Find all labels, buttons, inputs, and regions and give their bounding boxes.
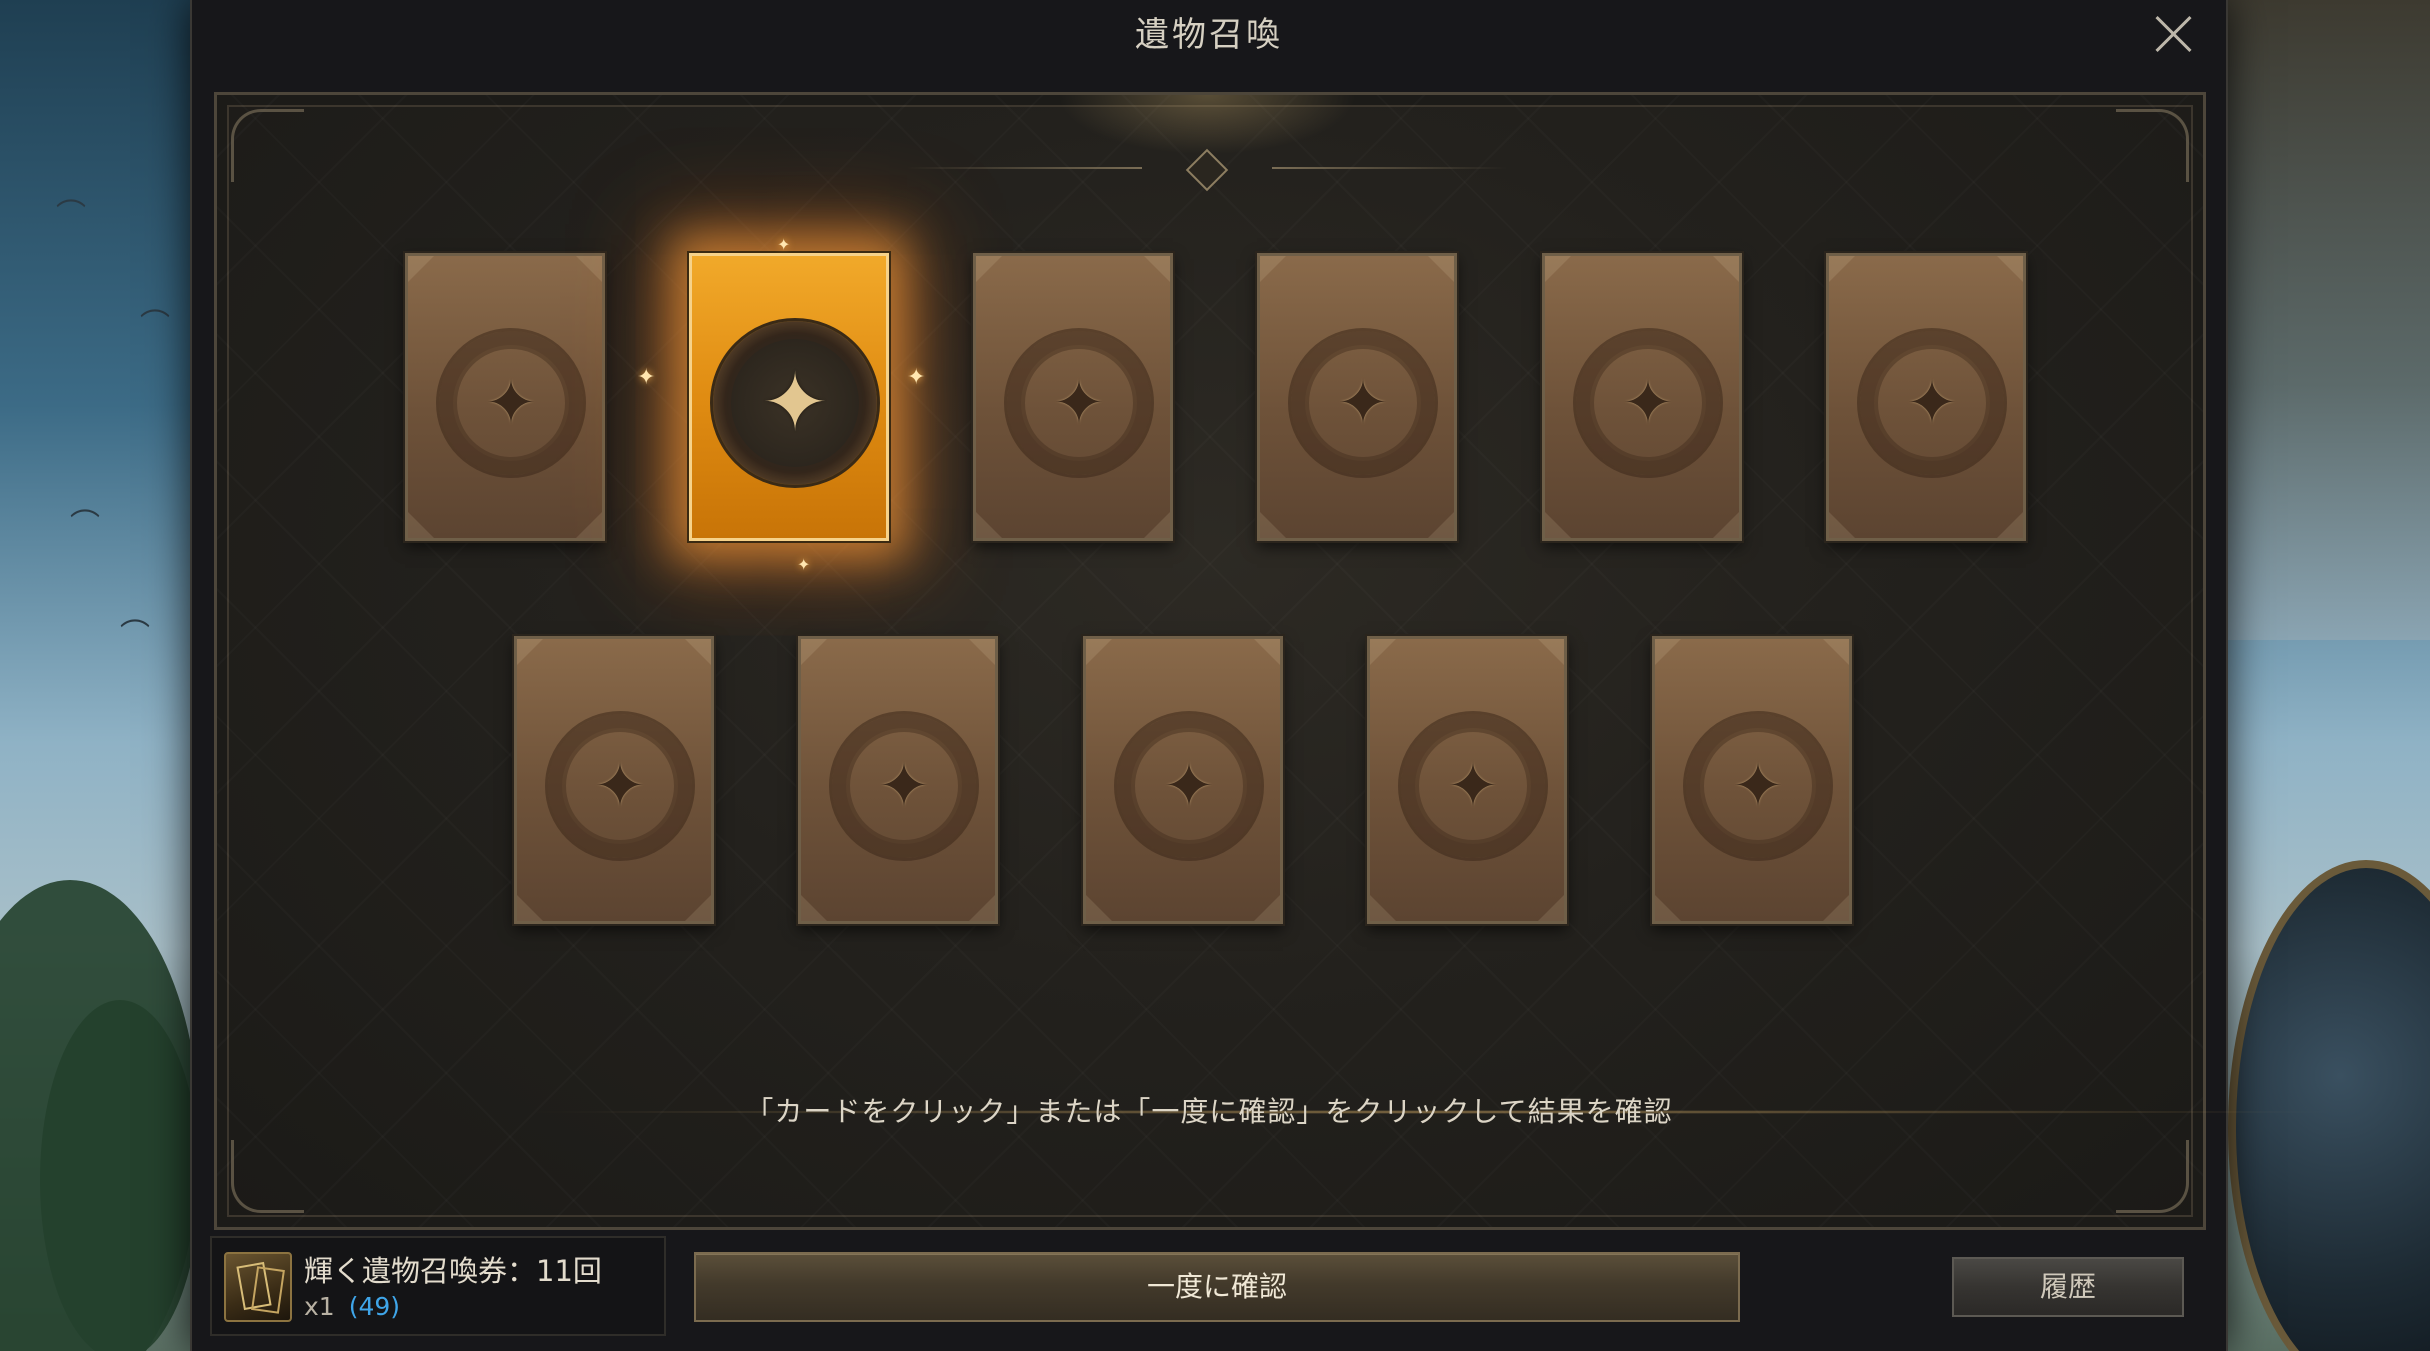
- ticket-quantity: x1: [304, 1292, 335, 1321]
- summon-card-1[interactable]: ✦: [405, 253, 605, 541]
- sparkle-icon: ✦: [797, 555, 811, 574]
- card-seal: ✦: [436, 328, 586, 478]
- summon-card-5[interactable]: ✦: [1542, 253, 1742, 541]
- sparkle-icon: ✦: [907, 365, 926, 390]
- bird-silhouette-icon: ⌒: [70, 508, 100, 543]
- sparkle-icon: ✦: [777, 235, 791, 254]
- card-seal: ✦: [1683, 711, 1833, 861]
- card-seal: ✦: [1114, 711, 1264, 861]
- ticket-name: 輝く遺物召喚券：11回: [304, 1254, 602, 1288]
- close-icon[interactable]: [2148, 8, 2200, 60]
- four-point-star-icon: ✦: [1337, 366, 1389, 439]
- instruction-text: 「カードをクリック」または「一度に確認」をクリックして結果を確認: [745, 1095, 1673, 1128]
- corner-ornament: [231, 109, 304, 182]
- card-seal: ✦: [710, 318, 880, 488]
- history-button[interactable]: 履歴: [1952, 1257, 2184, 1317]
- ornament-line: [907, 167, 1142, 169]
- summon-card-3[interactable]: ✦: [973, 253, 1173, 541]
- card-seal: ✦: [545, 711, 695, 861]
- summon-card-10[interactable]: ✦: [1367, 636, 1567, 924]
- summon-card-7[interactable]: ✦: [514, 636, 714, 924]
- corner-ornament: [2116, 1140, 2189, 1213]
- header-ornament: [907, 148, 1507, 192]
- background-sky-right: [2225, 0, 2430, 640]
- four-point-star-icon: ✦: [1447, 749, 1499, 822]
- summon-card-11[interactable]: ✦: [1652, 636, 1852, 924]
- card-seal: ✦: [829, 711, 979, 861]
- card-seal: ✦: [1004, 328, 1154, 478]
- corner-ornament: [2116, 109, 2189, 182]
- summon-card-8[interactable]: ✦: [798, 636, 998, 924]
- four-point-star-icon: ✦: [485, 366, 537, 439]
- card-panel: ✦ ✦ ✦ ✦ ✦ ✦ ✦ ✦ ✦ ✦ ✦ ✦ ✦ ✦ ✦: [214, 92, 2347, 1230]
- four-point-star-icon: ✦: [1163, 749, 1215, 822]
- card-seal: ✦: [1398, 711, 1548, 861]
- card-seal: ✦: [1857, 328, 2007, 478]
- four-point-star-icon: ✦: [1906, 366, 1958, 439]
- relic-summon-window: 遺物召喚 ✦ ✦ ✦ ✦ ✦ ✦ ✦ ✦ ✦ ✦ ✦ ✦ ✦ ✦ ✦ 「カードを…: [190, 0, 2347, 1351]
- bird-silhouette-icon: ⌒: [140, 308, 170, 343]
- ornament-line: [1272, 167, 1507, 169]
- four-point-star-icon: ✦: [1053, 366, 1105, 439]
- background-shield: [2228, 860, 2430, 1351]
- four-point-star-icon: ✦: [761, 356, 829, 449]
- summon-card-6[interactable]: ✦: [1826, 253, 2026, 541]
- sparkle-icon: ✦: [637, 365, 656, 390]
- four-point-star-icon: ✦: [1732, 749, 1784, 822]
- bird-silhouette-icon: ⌒: [56, 198, 86, 233]
- summon-card-4[interactable]: ✦: [1257, 253, 1457, 541]
- ticket-quantity-line: x1 (49): [304, 1292, 400, 1321]
- ticket-info: 輝く遺物召喚券：11回 x1 (49): [210, 1236, 666, 1336]
- panel-top-glow: [1057, 95, 1357, 155]
- ornament-gem-icon: [1185, 148, 1229, 192]
- card-seal: ✦: [1573, 328, 1723, 478]
- window-title: 遺物召喚: [1135, 15, 1283, 55]
- background-tree: [40, 1000, 200, 1351]
- four-point-star-icon: ✦: [1622, 366, 1674, 439]
- four-point-star-icon: ✦: [594, 749, 646, 822]
- confirm-all-button[interactable]: 一度に確認: [694, 1252, 1740, 1322]
- ticket-owned-count: (49): [348, 1292, 401, 1321]
- summon-card-9[interactable]: ✦: [1083, 636, 1283, 924]
- four-point-star-icon: ✦: [878, 749, 930, 822]
- corner-ornament: [231, 1140, 304, 1213]
- card-seal: ✦: [1288, 328, 1438, 478]
- summon-ticket-icon: [224, 1252, 292, 1322]
- bird-silhouette-icon: ⌒: [120, 618, 150, 653]
- summon-card-2-highlighted[interactable]: ✦: [689, 253, 889, 541]
